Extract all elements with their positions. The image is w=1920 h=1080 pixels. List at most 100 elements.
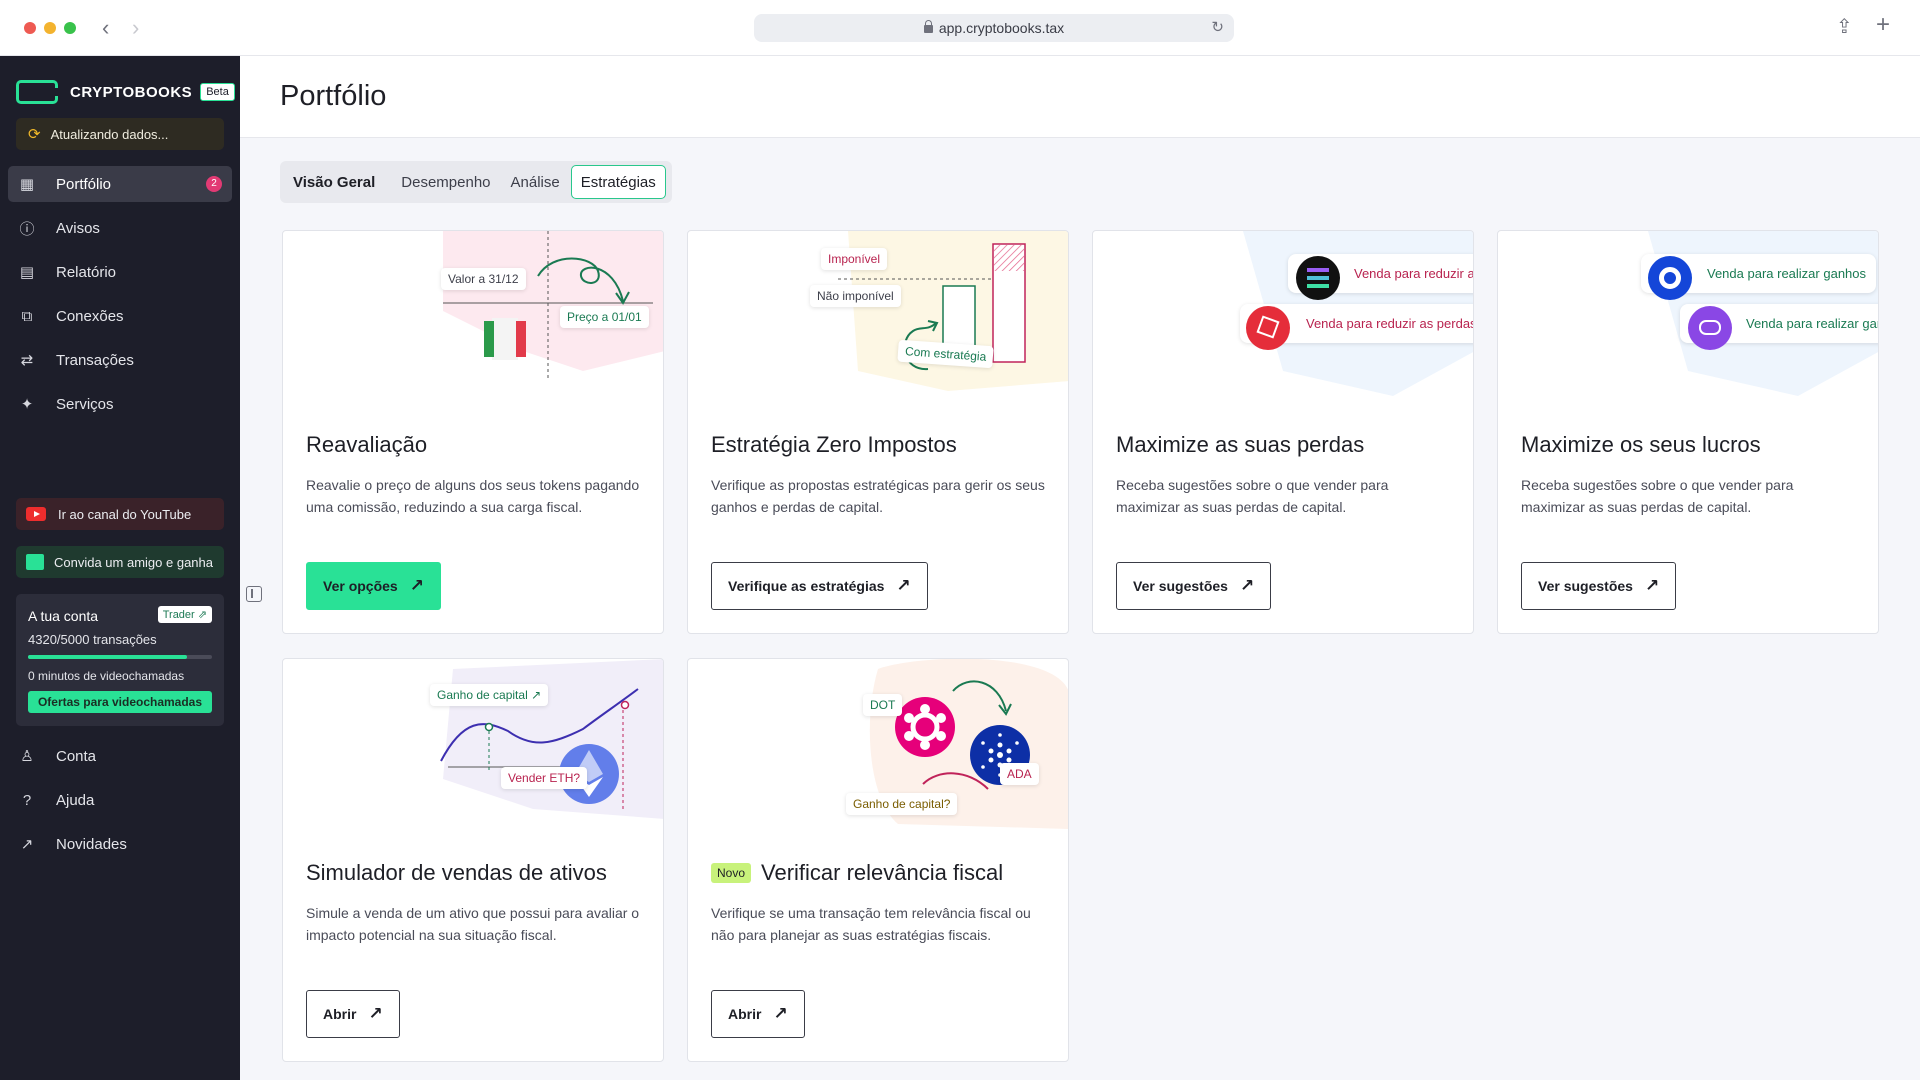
address-bar[interactable]: app.cryptobooks.tax ↻ bbox=[754, 14, 1234, 42]
connections-icon: ⧉ bbox=[21, 307, 33, 325]
button-label: Ver sugestões bbox=[1538, 578, 1633, 594]
strategy-card-simulador: Ganho de capital ↗ Vender ETH? Simulador… bbox=[282, 658, 664, 1062]
card-title: Maximize os seus lucros bbox=[1521, 432, 1761, 457]
button-label: Abrir bbox=[728, 1006, 762, 1022]
brand-name: CRYPTOBOOKS bbox=[70, 83, 193, 101]
youtube-promo-link[interactable]: Ir ao canal do YouTube bbox=[16, 498, 224, 530]
chip-preco: Preço a 01/01 bbox=[560, 306, 649, 328]
card-title: Novo Verificar relevância fiscal bbox=[711, 860, 1003, 886]
card-title-text: Verificar relevância fiscal bbox=[761, 860, 1004, 885]
page-header: Portfólio bbox=[240, 56, 1920, 138]
card-description: Verifique se uma transação tem relevânci… bbox=[711, 905, 1031, 943]
sidebar-item-label: Portfólio bbox=[56, 175, 112, 193]
grid-icon: ▦ bbox=[19, 176, 35, 193]
card-description: Simule a venda de um ativo que possui pa… bbox=[306, 905, 640, 943]
transactions-count: 4320/5000 transações bbox=[28, 632, 157, 647]
card-title: Estratégia Zero Impostos bbox=[711, 432, 957, 457]
solana-stripe bbox=[1307, 276, 1329, 280]
sidebar-item-label: Conexões bbox=[56, 307, 124, 325]
button-label: Ver opções bbox=[323, 578, 398, 594]
tab-estrategias[interactable]: Estratégias bbox=[570, 165, 666, 199]
transactions-progress bbox=[28, 655, 212, 659]
share-icon[interactable]: ⇪ bbox=[1836, 14, 1853, 39]
sidebar-item-label: Relatório bbox=[56, 263, 117, 281]
reload-icon[interactable]: ↻ bbox=[1211, 18, 1224, 36]
chip-valor: Valor a 31/12 bbox=[441, 268, 526, 290]
verifique-estrategias-button[interactable]: Verifique as estratégias ↗ bbox=[711, 562, 928, 610]
sidebar-item-label: Conta bbox=[56, 747, 97, 765]
sidebar-item-transacoes[interactable]: ⇄ Transações bbox=[8, 342, 232, 378]
arrow-up-right-icon: ↗ bbox=[773, 1004, 788, 1023]
video-offers-button[interactable]: Ofertas para videochamadas bbox=[28, 691, 212, 713]
sidebar-item-label: Ajuda bbox=[56, 791, 95, 809]
chip-nao-imponivel: Não imponível bbox=[810, 285, 901, 307]
new-badge: Novo bbox=[711, 863, 752, 883]
chip-dot: DOT bbox=[863, 694, 903, 716]
gift-icon bbox=[26, 554, 44, 570]
card-description: Receba sugestões sobre o que vender para… bbox=[1116, 477, 1389, 515]
coinbase-mark bbox=[1659, 267, 1681, 289]
sidebar-item-conta[interactable]: ♙ Conta bbox=[8, 738, 232, 774]
transactions-icon: ⇄ bbox=[20, 352, 34, 369]
arrow-up-right-icon: ↗ bbox=[20, 836, 34, 853]
sidebar-item-servicos[interactable]: ✦ Serviços bbox=[8, 386, 232, 422]
sync-status-text: Atualizando dados... bbox=[50, 126, 169, 142]
brand[interactable]: CRYPTOBOOKS Beta bbox=[16, 80, 235, 104]
solana-stripe bbox=[1307, 268, 1329, 272]
user-icon: ♙ bbox=[20, 748, 34, 765]
tab-desempenho[interactable]: Desempenho bbox=[392, 165, 499, 199]
maximize-window-button[interactable] bbox=[64, 22, 76, 34]
sidebar-item-label: Avisos bbox=[56, 219, 100, 237]
polygon-mark bbox=[1699, 320, 1721, 335]
tab-visao-geral[interactable]: Visão Geral bbox=[284, 165, 384, 199]
sidebar-item-ajuda[interactable]: ? Ajuda bbox=[8, 782, 232, 818]
sync-status: ⟳ Atualizando dados... bbox=[16, 118, 224, 150]
ver-sugestoes-perdas-button[interactable]: Ver sugestões ↗ bbox=[1116, 562, 1272, 610]
sidebar-item-label: Novidades bbox=[56, 835, 127, 853]
beta-badge: Beta bbox=[200, 83, 235, 101]
new-tab-icon[interactable]: + bbox=[1876, 11, 1890, 39]
ver-opcoes-button[interactable]: Ver opções ↗ bbox=[306, 562, 441, 610]
arrow-up-right-icon: ↗ bbox=[409, 576, 424, 595]
button-label: Verifique as estratégias bbox=[728, 578, 885, 594]
strategy-card-reavaliacao: Valor a 31/12 Preço a 01/01 Reavaliação … bbox=[282, 230, 664, 634]
alert-icon: ⓘ bbox=[19, 220, 35, 238]
arrow-up-right-icon: ↗ bbox=[896, 576, 911, 595]
arrow-up-right-icon: ↗ bbox=[1644, 576, 1660, 595]
arrow-up-right-icon: ↗ bbox=[1239, 576, 1255, 595]
youtube-promo-label: Ir ao canal do YouTube bbox=[58, 506, 192, 522]
card-title: Reavaliação bbox=[306, 432, 428, 457]
card-description: Receba sugestões sobre o que vender para… bbox=[1521, 477, 1794, 515]
invite-friend-link[interactable]: Convida um amigo e ganha bbox=[16, 546, 224, 578]
youtube-icon bbox=[26, 507, 46, 521]
sidebar-item-avisos[interactable]: ⓘ Avisos bbox=[8, 210, 232, 246]
chip-vender-eth: Vender ETH? bbox=[501, 767, 588, 789]
back-arrow-icon[interactable]: ‹ bbox=[102, 15, 109, 41]
url-text: app.cryptobooks.tax bbox=[938, 20, 1065, 36]
abrir-relevancia-button[interactable]: Abrir ↗ bbox=[711, 990, 805, 1038]
close-window-button[interactable] bbox=[24, 22, 36, 34]
notification-badge: 2 bbox=[206, 176, 222, 192]
minimize-window-button[interactable] bbox=[44, 22, 56, 34]
browser-toolbar: ‹ › app.cryptobooks.tax ↻ ⇪ + bbox=[0, 0, 1920, 56]
button-label: Abrir bbox=[323, 1006, 357, 1022]
tab-analise[interactable]: Análise bbox=[502, 165, 569, 199]
portfolio-tabs: Visão Geral Desempenho Análise Estratégi… bbox=[280, 161, 672, 203]
sidebar-item-relatorio[interactable]: ▤ Relatório bbox=[8, 254, 232, 290]
sidebar-item-novidades[interactable]: ↗ Novidades bbox=[8, 826, 232, 862]
help-icon: ? bbox=[22, 791, 32, 809]
sidebar-item-portfolio[interactable]: ▦ Portfólio 2 bbox=[8, 166, 232, 202]
strategy-card-relevancia-fiscal: DOT ADA Ganho de capital? Novo Verificar… bbox=[687, 658, 1069, 1062]
abrir-simulador-button[interactable]: Abrir ↗ bbox=[306, 990, 400, 1038]
sidebar-item-conexoes[interactable]: ⧉ Conexões bbox=[8, 298, 232, 334]
ver-sugestoes-lucros-button[interactable]: Ver sugestões ↗ bbox=[1521, 562, 1677, 610]
lock-icon bbox=[923, 20, 933, 33]
forward-arrow-icon[interactable]: › bbox=[132, 15, 139, 41]
collapse-sidebar-icon[interactable] bbox=[246, 586, 262, 602]
button-label: Ver sugestões bbox=[1133, 578, 1228, 594]
sidebar-item-label: Transações bbox=[56, 351, 134, 369]
card-description: Verifique as propostas estratégicas para… bbox=[711, 477, 1045, 515]
sync-icon: ⟳ bbox=[28, 126, 41, 143]
strategy-card-maximize-lucros: Venda para realizar ganhos Venda para re… bbox=[1497, 230, 1879, 634]
main-nav: ▦ Portfólio 2 ⓘ Avisos ▤ Relatório ⧉ Con… bbox=[8, 166, 232, 430]
